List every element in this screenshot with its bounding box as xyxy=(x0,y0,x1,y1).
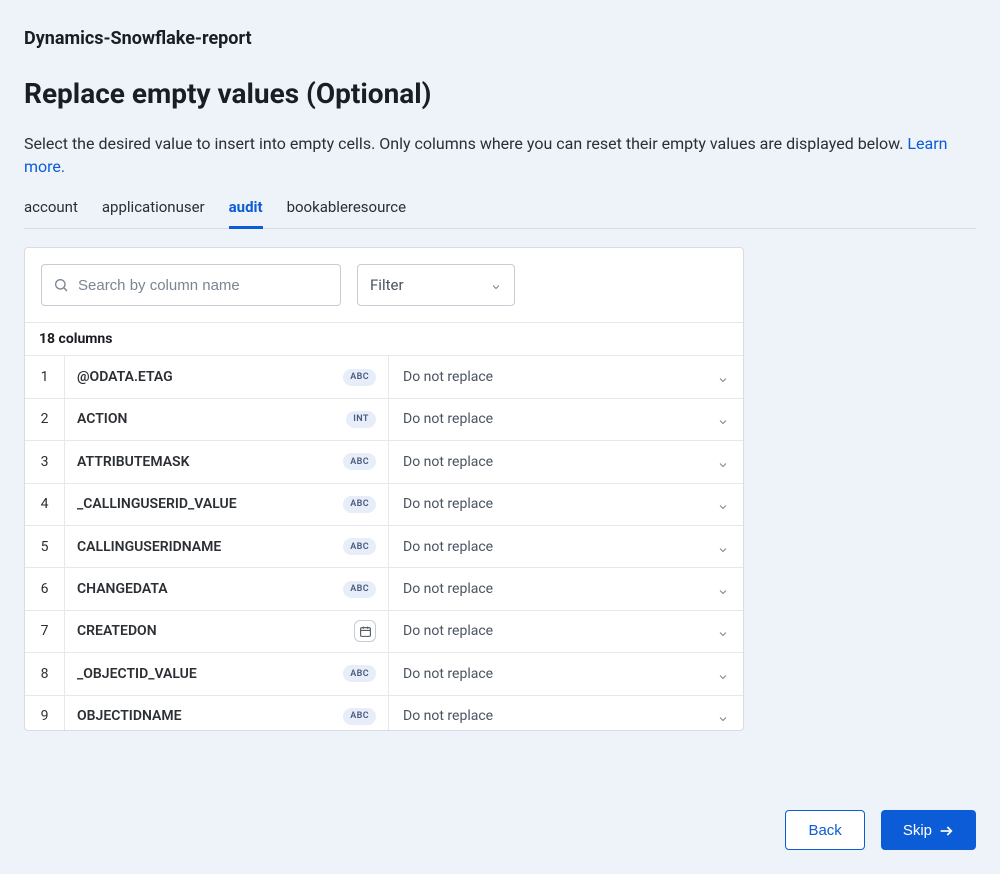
row-index: 9 xyxy=(25,696,65,732)
column-name: @ODATA.ETAG xyxy=(77,369,335,385)
footer-actions: Back Skip xyxy=(785,810,976,850)
row-index: 7 xyxy=(25,611,65,652)
replace-action-label: Do not replace xyxy=(403,369,493,385)
skip-button[interactable]: Skip xyxy=(881,810,976,850)
replace-action-select[interactable]: Do not replace xyxy=(389,611,743,652)
panel-toolbar: Filter xyxy=(25,248,743,323)
type-badge: ABC xyxy=(343,369,376,386)
type-badge: ABC xyxy=(343,581,376,598)
type-badge: ABC xyxy=(343,453,376,470)
table-row: 7 CREATEDON Do not replace xyxy=(25,611,743,653)
row-index: 4 xyxy=(25,484,65,525)
description-text: Select the desired value to insert into … xyxy=(24,134,907,153)
table-row: 9 OBJECTIDNAME ABC Do not replace xyxy=(25,696,743,732)
chevron-down-icon xyxy=(717,456,729,468)
skip-button-label: Skip xyxy=(903,822,932,839)
row-index: 3 xyxy=(25,441,65,482)
column-name: CHANGEDATA xyxy=(77,581,335,597)
replace-action-select[interactable]: Do not replace xyxy=(389,568,743,609)
columns-count: 18 columns xyxy=(25,323,743,356)
chevron-down-icon xyxy=(490,279,502,291)
column-name: _OBJECTID_VALUE xyxy=(77,666,335,682)
column-name-cell: _OBJECTID_VALUE ABC xyxy=(65,653,389,694)
page-title: Replace empty values (Optional) xyxy=(24,77,976,110)
column-name-cell: ATTRIBUTEMASK ABC xyxy=(65,441,389,482)
row-index: 6 xyxy=(25,568,65,609)
replace-action-label: Do not replace xyxy=(403,496,493,512)
row-index: 1 xyxy=(25,356,65,397)
back-button[interactable]: Back xyxy=(785,810,864,850)
column-name-cell: CREATEDON xyxy=(65,611,389,652)
columns-panel: Filter 18 columns 1 @ODATA.ETAG ABC Do not … xyxy=(24,247,744,731)
column-name: CREATEDON xyxy=(77,623,346,639)
table-row: 3 ATTRIBUTEMASK ABC Do not replace xyxy=(25,441,743,483)
column-name-cell: ACTION INT xyxy=(65,399,389,440)
column-name-cell: CALLINGUSERIDNAME ABC xyxy=(65,526,389,567)
chevron-down-icon xyxy=(717,625,729,637)
type-badge: ABC xyxy=(343,496,376,513)
filter-select[interactable]: Filter xyxy=(357,264,515,306)
replace-action-select[interactable]: Do not replace xyxy=(389,484,743,525)
replace-action-label: Do not replace xyxy=(403,539,493,555)
replace-action-select[interactable]: Do not replace xyxy=(389,653,743,694)
column-name-cell: _CALLINGUSERID_VALUE ABC xyxy=(65,484,389,525)
column-name: _CALLINGUSERID_VALUE xyxy=(77,496,335,512)
tabs: account applicationuser audit bookableresou… xyxy=(24,198,976,229)
column-name: ACTION xyxy=(77,411,338,427)
replace-action-label: Do not replace xyxy=(403,666,493,682)
tab-bookableresource[interactable]: bookableresource xyxy=(287,198,407,229)
chevron-down-icon xyxy=(717,413,729,425)
type-badge: ABC xyxy=(343,665,376,682)
back-button-label: Back xyxy=(808,822,841,839)
calendar-icon xyxy=(354,620,376,642)
replace-action-select[interactable]: Do not replace xyxy=(389,441,743,482)
search-input[interactable] xyxy=(41,264,341,306)
chevron-down-icon xyxy=(717,371,729,383)
replace-action-label: Do not replace xyxy=(403,623,493,639)
table-row: 5 CALLINGUSERIDNAME ABC Do not replace xyxy=(25,526,743,568)
column-name-cell: CHANGEDATA ABC xyxy=(65,568,389,609)
column-name: ATTRIBUTEMASK xyxy=(77,454,335,470)
replace-action-select[interactable]: Do not replace xyxy=(389,356,743,397)
table-row: 8 _OBJECTID_VALUE ABC Do not replace xyxy=(25,653,743,695)
filter-label: Filter xyxy=(370,276,404,294)
columns-list: 1 @ODATA.ETAG ABC Do not replace 2 ACTION INT D… xyxy=(25,356,743,731)
tab-audit[interactable]: audit xyxy=(229,198,263,229)
tab-account[interactable]: account xyxy=(24,198,78,229)
arrow-right-icon xyxy=(938,823,954,837)
row-index: 2 xyxy=(25,399,65,440)
replace-action-label: Do not replace xyxy=(403,411,493,427)
replace-action-label: Do not replace xyxy=(403,454,493,470)
table-row: 6 CHANGEDATA ABC Do not replace xyxy=(25,568,743,610)
column-name: CALLINGUSERIDNAME xyxy=(77,539,335,555)
table-row: 2 ACTION INT Do not replace xyxy=(25,399,743,441)
column-name: OBJECTIDNAME xyxy=(77,708,335,724)
tab-applicationuser[interactable]: applicationuser xyxy=(102,198,205,229)
replace-action-label: Do not replace xyxy=(403,708,493,724)
chevron-down-icon xyxy=(717,583,729,595)
replace-action-select[interactable]: Do not replace xyxy=(389,696,743,732)
column-name-cell: @ODATA.ETAG ABC xyxy=(65,356,389,397)
type-badge: ABC xyxy=(343,538,376,555)
replace-action-select[interactable]: Do not replace xyxy=(389,399,743,440)
chevron-down-icon xyxy=(717,710,729,722)
row-index: 8 xyxy=(25,653,65,694)
table-row: 1 @ODATA.ETAG ABC Do not replace xyxy=(25,356,743,398)
row-index: 5 xyxy=(25,526,65,567)
table-row: 4 _CALLINGUSERID_VALUE ABC Do not replace xyxy=(25,484,743,526)
type-badge: INT xyxy=(346,411,376,428)
chevron-down-icon xyxy=(717,668,729,680)
search-icon xyxy=(53,277,69,293)
replace-action-label: Do not replace xyxy=(403,581,493,597)
page-description: Select the desired value to insert into … xyxy=(24,132,976,178)
replace-action-select[interactable]: Do not replace xyxy=(389,526,743,567)
breadcrumb: Dynamics-Snowflake-report xyxy=(24,28,976,49)
chevron-down-icon xyxy=(717,498,729,510)
chevron-down-icon xyxy=(717,541,729,553)
column-name-cell: OBJECTIDNAME ABC xyxy=(65,696,389,732)
type-badge: ABC xyxy=(343,708,376,725)
search-wrap xyxy=(41,264,341,306)
